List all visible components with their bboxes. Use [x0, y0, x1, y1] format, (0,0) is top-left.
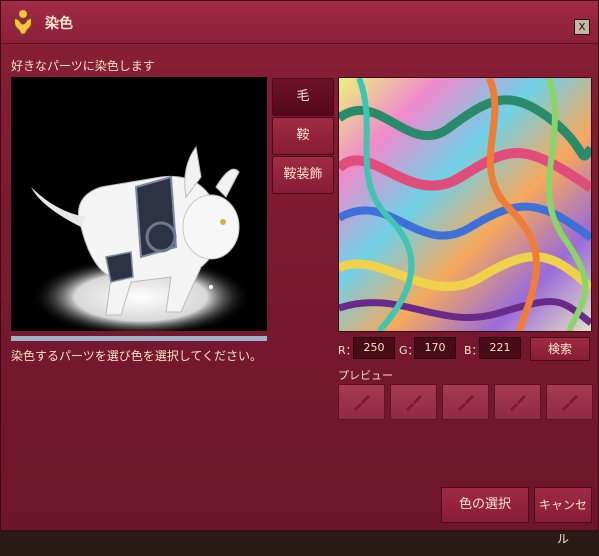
select-color-button[interactable]: 色の選択: [441, 487, 529, 523]
window-title: 染色: [45, 16, 73, 32]
marble-color-map: [339, 78, 591, 331]
part-button-saddle[interactable]: 鞍: [272, 117, 334, 155]
character-preview[interactable]: [11, 77, 267, 331]
preview-swatch-4[interactable]: [494, 384, 541, 420]
g-value-field[interactable]: 170: [414, 337, 456, 359]
dye-brush-icon: [562, 395, 578, 411]
search-button[interactable]: 検索: [530, 337, 590, 361]
preview-swatch-2[interactable]: [390, 384, 437, 420]
close-button[interactable]: x: [574, 19, 590, 35]
part-button-fur[interactable]: 毛: [272, 78, 334, 116]
r-value-field[interactable]: 250: [353, 337, 395, 359]
dye-brush-icon: [510, 395, 526, 411]
part-button-saddle-ornament[interactable]: 鞍装飾: [272, 156, 334, 194]
preview-swatch-3[interactable]: [442, 384, 489, 420]
pet-model-image: [11, 77, 267, 331]
title-bar[interactable]: 染色 x: [1, 1, 598, 44]
dye-brush-icon: [406, 395, 422, 411]
preview-swatch-1[interactable]: [338, 384, 385, 420]
dye-brush-icon: [458, 395, 474, 411]
instruction-text: 染色するパーツを選び色を選択してください。: [11, 349, 263, 363]
preview-label: プレビュー: [338, 369, 393, 382]
cancel-button[interactable]: キャンセル: [534, 487, 592, 546]
load-progress-bar: [11, 336, 267, 341]
preview-swatch-5[interactable]: [546, 384, 593, 420]
subtitle: 好きなパーツに染色します: [11, 59, 155, 73]
dye-brush-icon: [354, 395, 370, 411]
progress-fill: [11, 336, 267, 341]
dye-window: 染色 x 好きなパーツに染色します 染色するパーツを選び色を選択してください。 …: [0, 0, 599, 546]
b-value-field[interactable]: 221: [479, 337, 521, 359]
color-palette[interactable]: [338, 77, 592, 332]
dye-icon: [14, 10, 32, 35]
